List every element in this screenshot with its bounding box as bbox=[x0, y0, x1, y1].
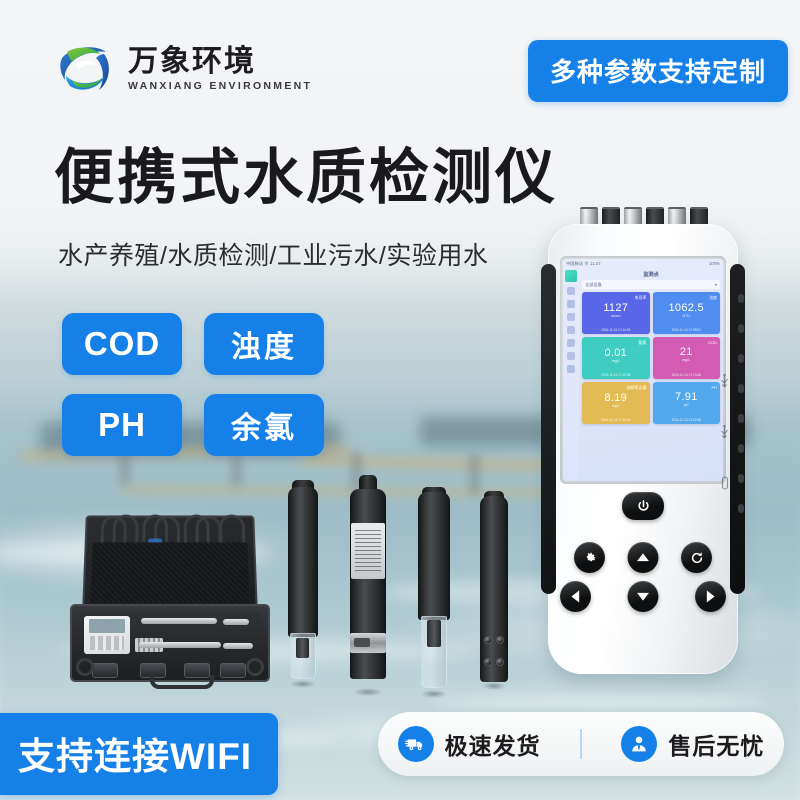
tile-unit: us/cm bbox=[610, 314, 621, 318]
service-divider bbox=[579, 729, 582, 759]
feature-tag-residual-chlorine: 余氯 bbox=[204, 394, 324, 456]
tile-value: 0.01 bbox=[604, 347, 628, 359]
edit-icon[interactable] bbox=[567, 326, 575, 334]
up-button[interactable] bbox=[627, 542, 659, 573]
brand-name-cn: 万象环境 bbox=[128, 45, 256, 79]
probe-sensor-4 bbox=[480, 491, 508, 690]
ad-poster: 万象环境 WANXIANG ENVIRONMENT 多种参数支持定制 便携式水质… bbox=[0, 0, 800, 800]
tile-conductivity[interactable]: 电导率 1127 us/cm 2024-11-14 17:14:09 bbox=[582, 292, 650, 334]
chevron-down-icon: ▾ bbox=[714, 282, 717, 287]
usb-port-icon bbox=[719, 373, 730, 395]
device-screen[interactable]: 中国移动 令 11:47 100% 监测点 全部设备 ▾ 电导率 1127 us… bbox=[563, 259, 723, 481]
probe-sensor-3 bbox=[418, 487, 450, 698]
case-lid bbox=[82, 514, 258, 611]
tile-ammonia-nitrogen[interactable]: 氨氮 0.01 mg/L 2024-11-14 17:13:38 bbox=[582, 337, 650, 379]
device-side-port-icons bbox=[719, 373, 730, 495]
feature-tag-turbidity: 浊度 bbox=[204, 313, 324, 375]
tile-unit: mg/L bbox=[611, 359, 620, 363]
usb-port-icon bbox=[719, 424, 730, 446]
tile-label: 电导率 bbox=[634, 295, 647, 300]
down-button[interactable] bbox=[627, 581, 659, 612]
service-label: 极速发货 bbox=[444, 733, 541, 759]
tile-turbidity[interactable]: 浊度 1062.5 NTU 2024-11-14 17:09:01 bbox=[652, 292, 720, 334]
brand-name-en: WANXIANG ENVIRONMENT bbox=[128, 79, 313, 92]
screen-title: 监测点 bbox=[643, 272, 659, 278]
carrying-case-product-image bbox=[58, 512, 280, 690]
wifi-support-banner: 支持连接WIFI bbox=[0, 713, 279, 795]
settings-button[interactable] bbox=[574, 542, 605, 573]
feature-tag-group: COD 浊度 PH 余氯 bbox=[62, 313, 324, 475]
device-icon[interactable] bbox=[567, 313, 575, 321]
tile-label: 溶解氧含量 bbox=[626, 385, 647, 390]
chart-icon[interactable] bbox=[567, 287, 575, 295]
service-fast-shipping: 极速发货 bbox=[397, 726, 541, 762]
tile-timestamp: 2024-11-14 17:14:09 bbox=[601, 328, 631, 332]
power-button[interactable] bbox=[622, 492, 664, 520]
tile-ph[interactable]: PH 7.91 pH 2024-11-14 17:12:38 bbox=[652, 382, 720, 424]
service-guarantee-bar: 极速发货 售后无忧 bbox=[378, 712, 784, 776]
statusbar-left-text: 中国移动 令 11:47 bbox=[566, 260, 601, 266]
feature-tag-ph: PH bbox=[62, 394, 182, 456]
tile-timestamp: 2024-11-14 17:12:38 bbox=[671, 418, 701, 422]
globe-icon[interactable] bbox=[567, 352, 575, 360]
tile-value: 21 bbox=[679, 346, 693, 358]
device-selector-dropdown[interactable]: 全部设备 ▾ bbox=[582, 280, 720, 289]
tile-label: 浊度 bbox=[709, 295, 717, 300]
screen-sidebar bbox=[563, 268, 579, 481]
page-title: 便携式水质检测仪 bbox=[54, 144, 558, 211]
tile-timestamp: 2024-11-14 17:13:38 bbox=[601, 373, 631, 377]
tools-icon[interactable] bbox=[567, 365, 575, 373]
tile-timestamp: 2024-11-14 17:15:44 bbox=[601, 418, 631, 422]
case-handle bbox=[150, 675, 214, 689]
tile-value: 8.19 bbox=[604, 392, 628, 404]
tile-unit: mg/L bbox=[611, 404, 620, 408]
statusbar-right-text: 100% bbox=[708, 261, 720, 266]
service-label: 售后无忧 bbox=[668, 733, 765, 759]
left-button[interactable] bbox=[560, 581, 591, 612]
list-icon[interactable] bbox=[567, 300, 575, 308]
right-button[interactable] bbox=[695, 581, 726, 612]
measurement-tile-grid: 电导率 1127 us/cm 2024-11-14 17:14:09 浊度 10… bbox=[582, 292, 720, 424]
tile-value: 7.91 bbox=[674, 391, 698, 403]
customer-service-person-icon bbox=[621, 726, 658, 762]
gear-icon[interactable] bbox=[567, 339, 575, 347]
app-icon[interactable] bbox=[565, 270, 577, 282]
handheld-water-quality-meter: 中国移动 令 11:47 100% 监测点 全部设备 ▾ 电导率 1127 us… bbox=[541, 207, 745, 674]
delivery-truck-icon bbox=[397, 726, 434, 762]
tile-label: COD bbox=[708, 340, 717, 345]
feature-tag-cod: COD bbox=[62, 313, 182, 375]
device-button-panel bbox=[548, 492, 738, 612]
tile-label: PH bbox=[711, 385, 717, 390]
service-after-sales: 售后无忧 bbox=[621, 726, 764, 762]
refresh-button[interactable] bbox=[681, 542, 712, 573]
page-subtitle: 水产养殖/水质检测/工业污水/实验用水 bbox=[58, 242, 489, 270]
tile-value: 1062.5 bbox=[668, 302, 704, 314]
selector-value: 全部设备 bbox=[585, 281, 602, 287]
device-screen-bezel: 中国移动 令 11:47 100% 监测点 全部设备 ▾ 电导率 1127 us… bbox=[560, 256, 726, 484]
screen-statusbar: 中国移动 令 11:47 100% bbox=[563, 259, 723, 268]
tile-cod[interactable]: COD 21 mg/L 2024-11-14 17:13:46 bbox=[652, 337, 720, 379]
tile-label: 氨氮 bbox=[638, 340, 647, 345]
tile-timestamp: 2024-11-14 17:09:01 bbox=[671, 328, 701, 332]
tile-unit: pH bbox=[683, 403, 689, 407]
customization-badge: 多种参数支持定制 bbox=[527, 40, 788, 102]
tile-value: 1127 bbox=[603, 302, 629, 314]
globe-swirl-logo-icon bbox=[52, 36, 118, 102]
tile-dissolved-oxygen[interactable]: 溶解氧含量 8.19 mg/L 2024-11-14 17:15:44 bbox=[582, 382, 650, 424]
tile-timestamp: 2024-11-14 17:13:46 bbox=[671, 373, 701, 377]
probe-sensor-2 bbox=[350, 475, 386, 696]
tile-unit: mg/L bbox=[682, 358, 691, 362]
tile-unit: NTU bbox=[682, 314, 690, 318]
probe-sensor-1 bbox=[288, 480, 318, 688]
case-meter-unit bbox=[84, 616, 130, 654]
case-body bbox=[70, 604, 270, 689]
brand-logo: 万象环境 WANXIANG ENVIRONMENT bbox=[52, 36, 312, 102]
